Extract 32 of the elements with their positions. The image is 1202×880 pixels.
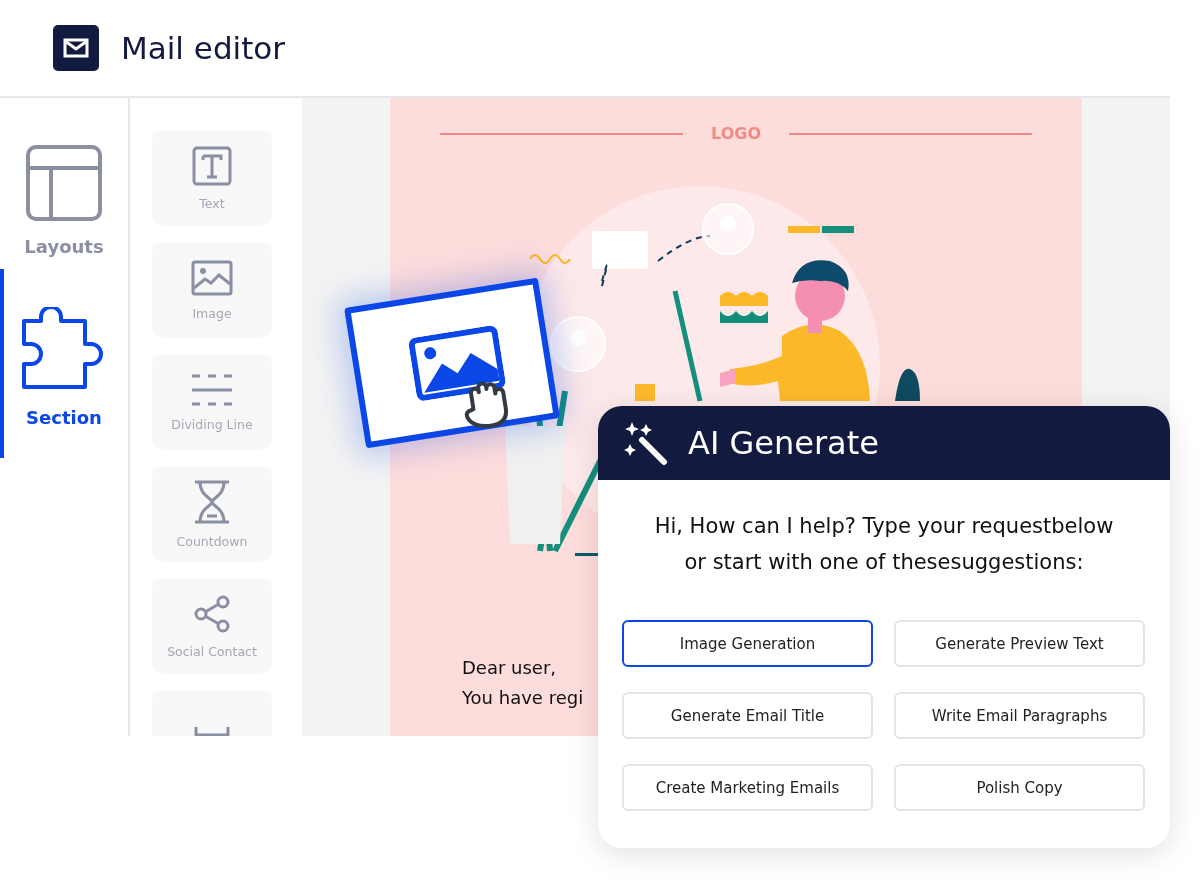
- avatar-icon: [550, 316, 606, 372]
- suggestion-button[interactable]: Generate Email Title: [622, 692, 873, 739]
- color-bars-drawing: [788, 226, 854, 233]
- greeting-text: Dear user,: [462, 656, 557, 680]
- suggestion-button[interactable]: Polish Copy: [894, 764, 1145, 811]
- magic-wand-icon: [624, 420, 668, 466]
- squiggle-line: [529, 254, 571, 264]
- element-label: Countdown: [176, 533, 248, 549]
- element-label: Social Contact: [167, 643, 257, 659]
- accent-line: [575, 553, 600, 556]
- chair-drawing: [895, 368, 920, 401]
- suggestion-button[interactable]: Generate Preview Text: [894, 620, 1145, 667]
- window-title: Mail editor: [121, 30, 286, 66]
- body-text: You have regi: [462, 686, 584, 710]
- help-message: Hi, How can I help? Type your requestbelow or start with one of thesesuggestions:: [653, 513, 1115, 576]
- share-icon: [193, 593, 231, 634]
- logo-text: LOGO: [440, 124, 1032, 143]
- text-icon: [192, 145, 232, 186]
- hourglass-icon: [193, 479, 231, 524]
- panel-title: AI Generate: [688, 424, 879, 462]
- suggestion-button[interactable]: Create Marketing Emails: [622, 764, 873, 811]
- mail-logo-icon: [53, 25, 99, 71]
- element-label: Text: [199, 195, 225, 211]
- element-label: Image: [192, 305, 232, 321]
- layout-icon: [25, 144, 103, 222]
- image-icon: [191, 259, 233, 296]
- divider-icon: [191, 372, 233, 407]
- avatar-icon: [702, 203, 754, 255]
- suggestion-button[interactable]: Write Email Paragraphs: [894, 692, 1145, 739]
- element-label: Dividing Line: [171, 416, 253, 432]
- suggestion-button[interactable]: Image Generation: [622, 620, 873, 667]
- wave-shapes-drawing: [720, 292, 768, 323]
